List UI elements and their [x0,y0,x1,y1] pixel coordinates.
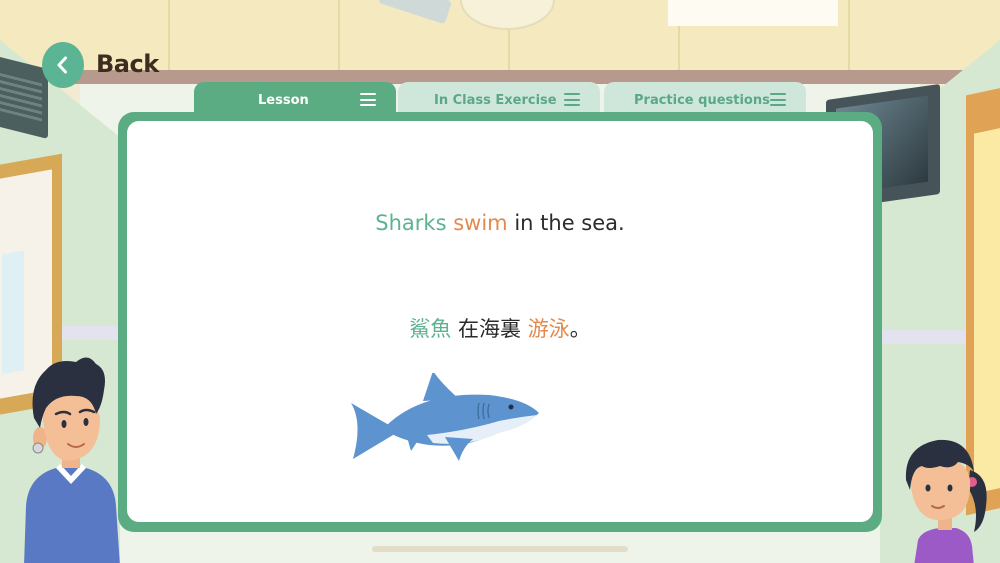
teacher-character [24,357,120,563]
tab-lesson-label: Lesson [258,92,309,108]
back-label[interactable]: Back [96,50,159,78]
lesson-content: Sharks swim in the sea. 鯊魚 在海裏 游泳。 [127,121,873,522]
back-button[interactable] [42,42,84,88]
tab-practice-questions-label: Practice questions [634,92,770,108]
board-shadow [372,546,628,552]
ceiling-light [668,0,838,26]
chair-rail-right [878,330,968,344]
english-word-swim[interactable]: swim [453,211,507,235]
menu-icon[interactable] [770,93,786,106]
chinese-sentence-middle: 在海裏 [458,317,521,341]
chinese-sentence: 鯊魚 在海裏 游泳。 [127,313,873,343]
tab-in-class-exercise-label: In Class Exercise [434,92,557,108]
english-word-sharks[interactable]: Sharks [375,211,446,235]
english-sentence-rest: in the sea. [514,211,625,235]
shark-icon [351,373,539,461]
student-character [905,439,987,563]
lesson-board: Sharks swim in the sea. 鯊魚 在海裏 游泳。 [118,112,882,532]
chinese-word-swim[interactable]: 游泳 [528,317,570,341]
chinese-sentence-end: 。 [569,317,591,341]
chinese-word-shark[interactable]: 鯊魚 [409,317,451,341]
air-conditioner [0,55,48,139]
menu-icon[interactable] [564,93,580,106]
chevron-left-icon [57,56,67,74]
english-sentence: Sharks swim in the sea. [127,211,873,235]
menu-icon[interactable] [360,93,376,106]
